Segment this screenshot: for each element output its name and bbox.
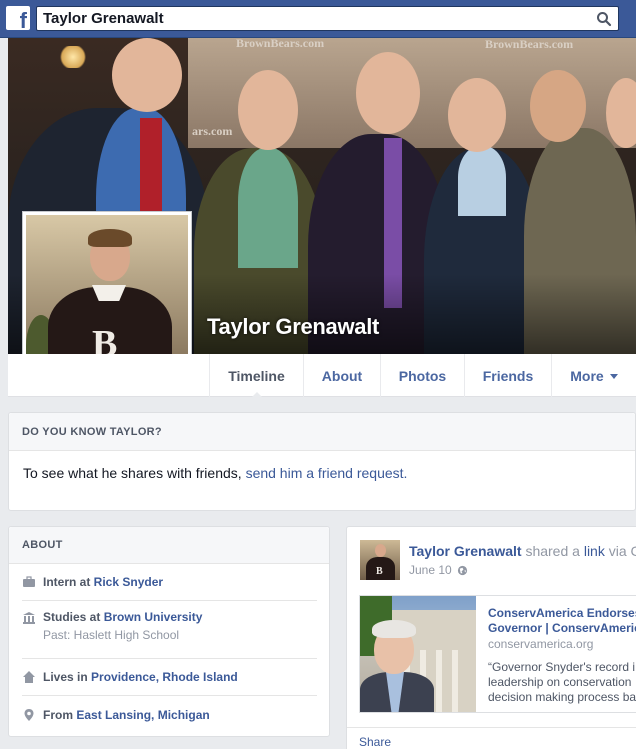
tab-label: About [321,367,363,384]
search-input[interactable] [37,7,577,30]
search-icon[interactable] [596,11,612,27]
tab-timeline[interactable]: Timeline [209,354,303,398]
facebook-logo-icon[interactable]: f [6,6,30,32]
shared-link-title-line[interactable]: ConservAmerica Endorses [488,606,636,621]
tab-label: More [570,367,604,384]
briefcase-icon [23,576,35,587]
search-box[interactable] [36,6,619,31]
chevron-down-icon [609,373,618,379]
profile-nav-bar: Timeline About Photos Friends More [8,354,636,398]
about-from: From East Lansing, Michigan [22,696,317,733]
person-head [530,70,586,142]
shared-link-description-line: decision making process ba [488,690,636,704]
person-head [112,38,182,112]
person-shirt [238,148,298,268]
tab-about[interactable]: About [303,354,380,397]
shared-link-preview[interactable]: ConservAmerica Endorses Governor | Conse… [359,595,636,713]
person-sweater [458,146,506,216]
work-link[interactable]: Rick Snyder [94,575,163,589]
profile-hair [88,229,132,247]
profile-picture-image: B [26,215,188,377]
post-via-text: via C [608,543,636,559]
person-head [238,70,298,150]
cover-wall-text: BrownBears.com [485,38,574,51]
tab-more[interactable]: More [551,354,636,397]
avatar-face [375,544,386,557]
avatar-b-letter: B [376,566,383,577]
tab-label: Timeline [228,367,285,384]
friend-request-link[interactable]: send him a friend request. [246,465,408,481]
profile-tabs: Timeline About Photos Friends More [209,354,636,398]
about-work: Intern at Rick Snyder [22,564,317,601]
education-link[interactable]: Brown University [104,610,203,624]
shared-link-domain: conservamerica.org [488,637,594,651]
post-object-link[interactable]: link [584,543,605,559]
education-past: Past: Haslett High School [43,628,180,642]
person-head [448,78,506,152]
work-prefix: Intern at [43,575,94,589]
top-bar: f [0,0,636,38]
about-header: ABOUT [9,527,329,564]
school-icon [23,612,35,624]
shared-link-description-line: leadership on conservation [488,675,632,689]
timeline-post: B Taylor Grenawalt shared a link via C J… [346,526,636,749]
do-you-know-text: To see what he shares with friends, [23,465,246,481]
post-header: Taylor Grenawalt shared a link via C [409,543,636,559]
lives-link[interactable]: Providence, Rhode Island [91,670,238,684]
cover-wall-text: BrownBears.com [236,38,325,50]
post-actions: Share [347,727,636,749]
tab-photos[interactable]: Photos [380,354,464,397]
portrait-hair [372,620,416,638]
about-card: ABOUT Intern at Rick Snyder Studies at B… [8,526,330,737]
tab-label: Friends [482,367,534,384]
location-pin-icon [24,708,34,721]
tab-friends[interactable]: Friends [464,354,551,397]
about-education: Studies at Brown University Past: Haslet… [22,601,317,659]
globe-icon[interactable] [457,565,468,576]
building-column [452,650,458,712]
lamp-light [58,46,88,68]
post-action-text: shared a [521,543,584,559]
share-button[interactable]: Share [359,735,391,749]
from-prefix: From [43,707,77,722]
post-date-row: June 10 [409,563,468,577]
do-you-know-card: DO YOU KNOW TAYLOR? To see what he share… [8,412,636,511]
person-head [356,52,420,134]
tab-label: Photos [398,367,447,384]
home-icon [23,671,35,683]
post-author-link[interactable]: Taylor Grenawalt [409,543,522,559]
profile-name[interactable]: Taylor Grenawalt [207,314,379,340]
building-column [436,650,442,712]
education-prefix: Studies at [43,610,104,624]
do-you-know-header: DO YOU KNOW TAYLOR? [9,413,635,451]
post-date[interactable]: June 10 [409,563,452,577]
cover-wall-text: ars.com [192,124,233,138]
do-you-know-body: To see what he shares with friends, send… [9,451,635,481]
shared-link-title-line[interactable]: Governor | ConservAmeric [488,621,636,636]
shared-link-text: ConservAmerica Endorses Governor | Conse… [488,606,636,705]
post-avatar[interactable]: B [360,540,400,580]
shared-link-image[interactable] [360,596,476,712]
shared-link-description-line: “Governor Snyder's record i [488,660,636,674]
lives-prefix: Lives in [43,670,92,684]
from-link[interactable]: East Lansing, Michigan [76,708,209,722]
about-lives: Lives in Providence, Rhode Island [22,659,317,696]
